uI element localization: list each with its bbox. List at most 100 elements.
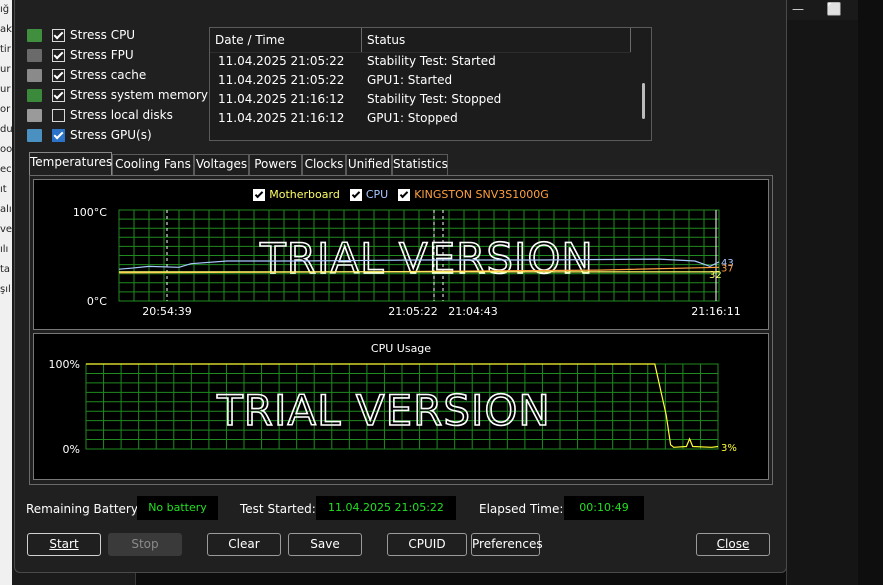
tab-voltages[interactable]: Voltages xyxy=(194,154,249,175)
stress-option-row[interactable]: Stress FPU xyxy=(27,45,134,65)
cpu-end-value: 3% xyxy=(721,443,737,454)
column-date-time[interactable]: Date / Time xyxy=(210,28,362,52)
stress-option-label: Stress GPU(s) xyxy=(70,128,152,142)
cpu-usage-chart-svg: 100% 0% TRIAL VERSION 3% xyxy=(49,358,737,456)
stress-checkbox[interactable] xyxy=(52,88,65,102)
legend-item[interactable]: KINGSTON SNV3S1000G xyxy=(398,188,549,201)
legend-label: CPU xyxy=(365,188,389,201)
cpuid-button-label: CPUID xyxy=(408,537,446,551)
stop-button-label: Stop xyxy=(131,537,159,551)
clear-button[interactable]: Clear xyxy=(207,533,281,556)
cpu-icon xyxy=(27,28,42,42)
cpuid-button[interactable]: CPUID xyxy=(387,533,467,556)
temp-x-tick-label: 21:16:11 xyxy=(691,305,740,318)
log-header: Date / Time Status xyxy=(210,28,631,53)
trial-watermark: TRIAL VERSION xyxy=(216,386,551,435)
temp-x-tick-label: 20:54:39 xyxy=(142,305,191,318)
test-started-value: 11.04.2025 21:05:22 xyxy=(316,496,456,520)
event-log[interactable]: Date / Time Status 11.04.2025 21:05:22 St… xyxy=(209,27,652,141)
tab-powers[interactable]: Powers xyxy=(249,154,302,175)
log-time: 11.04.2025 21:16:12 xyxy=(218,111,345,125)
background-text-fragment: ıt xyxy=(0,184,7,195)
tab-temperatures[interactable]: Temperatures xyxy=(29,152,112,176)
log-status: Stability Test: Stopped xyxy=(367,92,502,106)
clear-button-label: Clear xyxy=(228,537,260,551)
stress-option-row[interactable]: Stress GPU(s) xyxy=(27,125,152,145)
cpu-usage-chart: 100% 0% TRIAL VERSION 3% CPU Usage xyxy=(33,333,769,480)
stop-button[interactable]: Stop xyxy=(108,533,182,556)
stress-checkbox[interactable] xyxy=(52,108,65,122)
stress-checkbox[interactable] xyxy=(52,128,65,142)
tab-panel-temperatures: 100°C 0°C 20:54:39 21:05:22 21:04:43 21:16:11… xyxy=(29,175,773,485)
background-text-fragment: ak xyxy=(0,24,12,35)
cache-icon xyxy=(27,68,42,82)
tab-unified[interactable]: Unified xyxy=(346,154,392,175)
preferences-button[interactable]: Preferences xyxy=(471,533,543,556)
background-titlebar: — ⬜ xyxy=(786,0,858,20)
log-scrollbar[interactable] xyxy=(642,83,645,119)
temperature-legend: Motherboard CPU KINGSTON SNV3S1000G xyxy=(34,188,768,204)
stress-option-row[interactable]: Stress cache xyxy=(27,65,146,85)
background-text-fragment: ılı xyxy=(0,244,9,255)
legend-checkbox[interactable] xyxy=(349,188,362,201)
maximize-icon[interactable]: ⬜ xyxy=(822,0,846,20)
background-text-fragment: ur xyxy=(0,84,11,95)
stress-option-row[interactable]: Stress system memory xyxy=(27,85,208,105)
stress-checkbox[interactable] xyxy=(52,68,65,82)
system-stability-test-window: Stress CPU Stress FPU Stress cache Stress s… xyxy=(14,0,787,573)
temp-x-tick-label: 21:04:43 xyxy=(448,305,497,318)
stress-option-row[interactable]: Stress local disks xyxy=(27,105,173,125)
stress-option-row[interactable]: Stress CPU xyxy=(27,25,135,45)
background-text-fragment: du xyxy=(0,124,12,135)
column-status[interactable]: Status xyxy=(362,28,631,52)
temp-end-value: 37 xyxy=(721,263,734,274)
test-started-label: Test Started: xyxy=(240,502,316,516)
stress-option-label: Stress local disks xyxy=(70,108,173,122)
stress-option-label: Stress system memory xyxy=(70,88,209,102)
legend-item[interactable]: Motherboard xyxy=(253,188,340,201)
log-time: 11.04.2025 21:05:22 xyxy=(218,54,345,68)
stress-checkbox[interactable] xyxy=(52,28,65,42)
tab-cooling-fans[interactable]: Cooling Fans xyxy=(112,154,194,175)
minimize-icon[interactable]: — xyxy=(786,0,810,20)
start-button[interactable]: Start xyxy=(27,533,101,556)
background-window-right xyxy=(786,20,860,585)
close-button[interactable]: Close xyxy=(696,533,770,556)
background-text-fragment: or xyxy=(0,104,11,115)
log-status: Stability Test: Started xyxy=(367,54,496,68)
log-status: GPU1: Started xyxy=(367,73,453,87)
temperature-chart: 100°C 0°C 20:54:39 21:05:22 21:04:43 21:16:11… xyxy=(33,179,769,330)
tab-clocks[interactable]: Clocks xyxy=(302,154,346,175)
cpu-y-max-label: 100% xyxy=(49,358,80,371)
legend-item[interactable]: CPU xyxy=(349,188,389,201)
log-row[interactable]: 11.04.2025 21:16:12 GPU1: Stopped xyxy=(210,109,631,128)
background-text-fragment: şıl xyxy=(0,284,11,295)
fpu-icon xyxy=(27,48,42,62)
legend-checkbox[interactable] xyxy=(253,188,266,201)
background-text-fragment: ta xyxy=(0,264,11,275)
start-button-label: Start xyxy=(49,537,79,551)
battery-label: Remaining Battery: xyxy=(26,502,142,516)
legend-label: Motherboard xyxy=(269,188,340,201)
background-desktop xyxy=(858,0,883,585)
legend-checkbox[interactable] xyxy=(398,188,411,201)
log-status: GPU1: Stopped xyxy=(367,111,458,125)
stress-option-label: Stress CPU xyxy=(70,28,136,42)
tab-statistics[interactable]: Statistics xyxy=(392,154,448,175)
trial-watermark: TRIAL VERSION xyxy=(259,234,594,283)
legend-label: KINGSTON SNV3S1000G xyxy=(414,188,549,201)
log-row[interactable]: 11.04.2025 21:05:22 GPU1: Started xyxy=(210,71,631,90)
log-row[interactable]: 11.04.2025 21:05:22 Stability Test: Start… xyxy=(210,52,631,71)
background-text-fragment: oo xyxy=(0,144,12,155)
memory-icon xyxy=(27,88,42,102)
elapsed-time-value: 00:10:49 xyxy=(564,496,644,520)
save-button[interactable]: Save xyxy=(288,533,362,556)
save-button-label: Save xyxy=(310,537,340,551)
background-text-fragment: ığ xyxy=(0,4,10,15)
disk-icon xyxy=(27,108,42,122)
stress-checkbox[interactable] xyxy=(52,48,65,62)
log-row[interactable]: 11.04.2025 21:16:12 Stability Test: Stopp… xyxy=(210,90,631,109)
battery-value: No battery xyxy=(137,496,218,520)
cpu-usage-title: CPU Usage xyxy=(370,342,432,355)
temp-y-max-label: 100°C xyxy=(73,206,107,219)
